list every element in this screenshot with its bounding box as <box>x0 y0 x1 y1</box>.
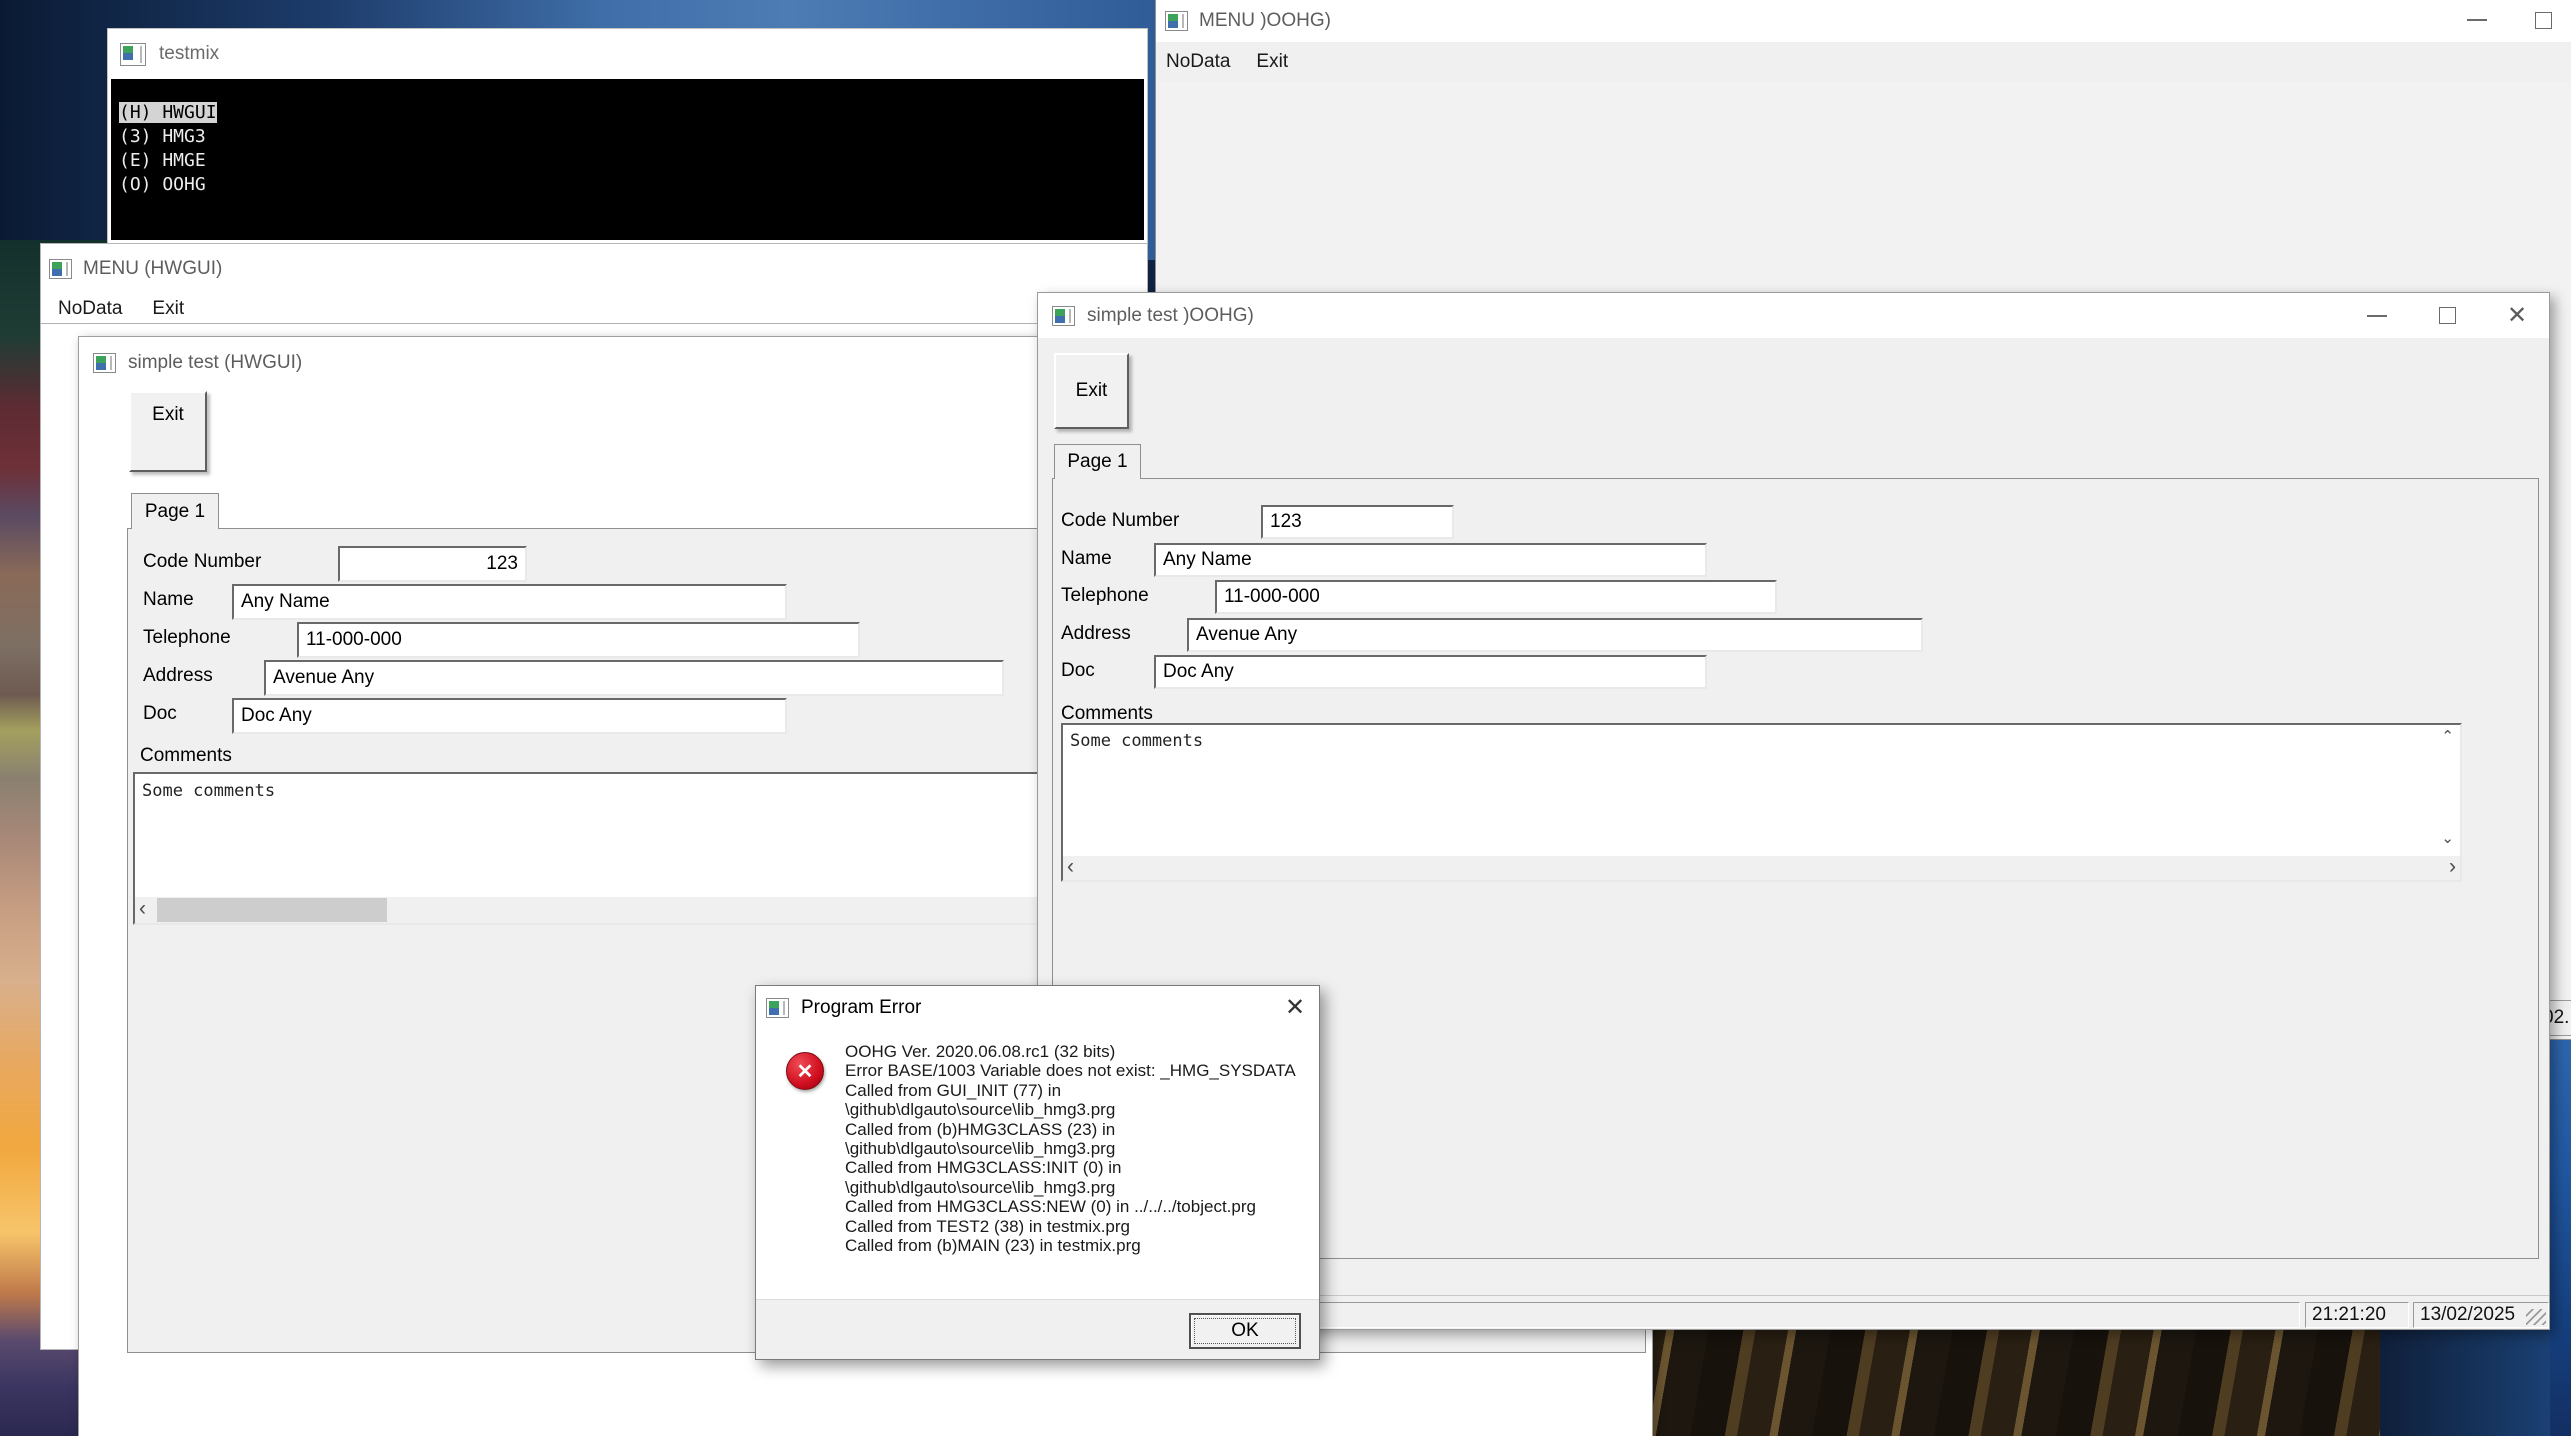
doc-field[interactable]: Doc Any <box>232 698 787 734</box>
exit-button[interactable]: Exit <box>1054 353 1129 429</box>
scroll-right-icon[interactable]: › <box>2449 856 2456 877</box>
close-button[interactable]: ✕ <box>2495 293 2539 338</box>
error-button-strip: OK <box>756 1299 1319 1359</box>
console-output: (H) HWGUI (3) HMG3 (E) HMGE (O) OOHG <box>111 79 1144 240</box>
menu-hwgui-titlebar[interactable]: MENU (HWGUI) <box>41 244 1147 294</box>
code-number-field[interactable]: 123 <box>1261 505 1454 539</box>
name-field[interactable]: Any Name <box>232 584 787 620</box>
comments-textarea[interactable]: Some comments ⌃ ⌄ ‹ › <box>1061 723 2462 882</box>
desktop: MENU )OOHG) NoData Exit 02. testmix (H) … <box>0 0 2571 1436</box>
dialog-title: Program Error <box>801 997 921 1019</box>
console-menu-option[interactable]: (E) HMGE <box>119 149 1144 173</box>
window-console-testmix: testmix (H) HWGUI (3) HMG3 (E) HMGE (O) … <box>107 28 1148 244</box>
field-label: Doc <box>1061 660 1095 682</box>
window-title: MENU (HWGUI) <box>83 258 222 280</box>
ok-button[interactable]: OK <box>1189 1313 1301 1349</box>
error-icon: ✕ <box>786 1052 824 1090</box>
scroll-down-icon[interactable]: ⌄ <box>2441 831 2454 846</box>
app-icon <box>1165 11 1188 31</box>
console-titlebar[interactable]: testmix <box>108 29 1147 79</box>
window-title: MENU )OOHG) <box>1199 10 1331 32</box>
minimize-button[interactable] <box>2455 0 2499 40</box>
tab-page-1[interactable]: Page 1 <box>1054 444 1141 479</box>
telephone-field[interactable]: 11-000-000 <box>297 622 860 658</box>
console-menu-option[interactable]: (H) HWGUI <box>119 101 1144 125</box>
status-panel-time: 21:21:20 <box>2305 1302 2409 1328</box>
menu-hwgui-menubar: NoData Exit <box>41 294 1147 324</box>
field-label: Code Number <box>1061 510 1179 532</box>
app-icon <box>49 259 72 279</box>
app-icon <box>93 353 116 373</box>
comments-text: Some comments <box>142 781 275 801</box>
window-title: testmix <box>159 43 219 65</box>
tab-page-1[interactable]: Page 1 <box>131 493 219 529</box>
field-label: Name <box>1061 548 1112 570</box>
field-label: Telephone <box>1061 585 1149 607</box>
horizontal-scrollbar[interactable]: ‹ › <box>1063 856 2460 880</box>
field-label: Name <box>143 589 194 611</box>
app-icon <box>766 998 789 1018</box>
address-field[interactable]: Avenue Any <box>264 660 1004 696</box>
console-menu-option[interactable]: (3) HMG3 <box>119 125 1144 149</box>
exit-button[interactable]: Exit <box>129 391 207 472</box>
comments-text: Some comments <box>1070 731 1203 751</box>
scrollbar-thumb[interactable] <box>157 898 387 922</box>
wallpaper-sea-sliver <box>2550 1034 2571 1436</box>
window-title: simple test (HWGUI) <box>128 352 302 374</box>
menu-item-exit[interactable]: Exit <box>152 298 184 320</box>
address-field[interactable]: Avenue Any <box>1187 618 1923 652</box>
minimize-button[interactable] <box>2355 293 2399 338</box>
code-number-field[interactable]: 123 <box>338 546 527 582</box>
maximize-button[interactable] <box>2521 0 2565 40</box>
error-titlebar[interactable]: Program Error ✕ <box>756 986 1319 1030</box>
status-panel-date: 13/02/2025 <box>2413 1302 2549 1328</box>
scroll-up-icon[interactable]: ⌃ <box>2441 729 2454 744</box>
field-label: Address <box>1061 623 1131 645</box>
menu-item-nodata[interactable]: NoData <box>1166 51 1230 73</box>
maximize-button[interactable] <box>2425 293 2469 338</box>
app-icon <box>120 43 146 66</box>
name-field[interactable]: Any Name <box>1154 543 1707 577</box>
comments-label: Comments <box>1061 703 1153 725</box>
scroll-left-icon[interactable]: ‹ <box>139 898 146 919</box>
close-button[interactable]: ✕ <box>1273 986 1317 1030</box>
app-icon <box>1052 306 1075 326</box>
console-menu-option[interactable]: (O) OOHG <box>119 173 1144 197</box>
field-label: Telephone <box>143 627 231 649</box>
telephone-field[interactable]: 11-000-000 <box>1215 580 1777 614</box>
field-label: Address <box>143 665 213 687</box>
comments-label: Comments <box>140 745 232 767</box>
menu-oohg-menubar: NoData Exit <box>1156 42 2571 82</box>
doc-field[interactable]: Doc Any <box>1154 655 1707 689</box>
wallpaper-sea <box>2380 1328 2571 1436</box>
resize-grip[interactable] <box>2526 1309 2546 1325</box>
field-label: Doc <box>143 703 177 725</box>
menu-oohg-titlebar[interactable]: MENU )OOHG) <box>1156 0 2571 42</box>
window-title: simple test )OOHG) <box>1087 305 1254 327</box>
menu-item-nodata[interactable]: NoData <box>58 298 122 320</box>
oohg-titlebar[interactable]: simple test )OOHG) ✕ <box>1038 293 2549 338</box>
scroll-left-icon[interactable]: ‹ <box>1067 856 1074 877</box>
menu-item-exit[interactable]: Exit <box>1256 51 1288 73</box>
dialog-program-error: Program Error ✕ ✕ OOHG Ver. 2020.06.08.r… <box>755 985 1320 1360</box>
field-label: Code Number <box>143 551 261 573</box>
error-message: OOHG Ver. 2020.06.08.rc1 (32 bits) Error… <box>845 1042 1296 1255</box>
